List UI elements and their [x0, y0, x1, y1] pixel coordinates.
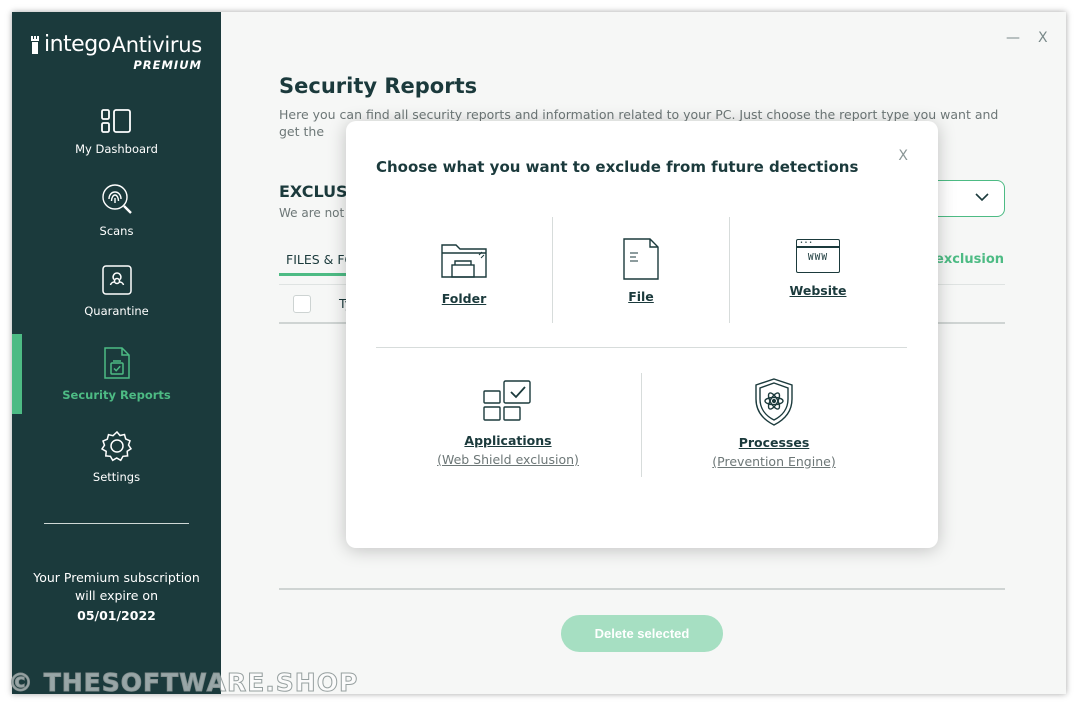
option-label: Website — [789, 283, 847, 298]
fingerprint-scan-icon — [101, 184, 132, 214]
sidebar: intego Antivirus PREMIUM My Dashboard Sc… — [12, 12, 221, 694]
delete-selected-button[interactable]: Delete selected — [561, 615, 723, 652]
option-website[interactable]: • • • WWW Website — [778, 239, 858, 298]
www-icon: • • • WWW — [796, 239, 840, 273]
modal-title: Choose what you want to exclude from fut… — [376, 158, 859, 176]
sidebar-item-label: Quarantine — [84, 304, 149, 318]
folder-icon — [441, 244, 487, 278]
shield-atom-icon — [755, 378, 793, 426]
option-label: File — [628, 289, 654, 304]
modal-close-button[interactable]: X — [898, 148, 908, 164]
sidebar-item-scans[interactable]: Scans — [12, 182, 221, 238]
option-file[interactable]: File — [604, 237, 678, 304]
www-text: WWW — [807, 252, 829, 263]
report-icon — [103, 347, 130, 379]
close-window-button[interactable]: X — [1038, 30, 1048, 46]
option-processes[interactable]: Processes (Prevention Engine) — [694, 377, 854, 469]
subscription-date: 05/01/2022 — [77, 608, 156, 623]
chevron-down-icon — [975, 193, 989, 202]
option-folder[interactable]: Folder — [426, 241, 502, 306]
sidebar-item-security-reports[interactable]: Security Reports — [12, 346, 221, 402]
subscription-note: Your Premium subscription will expire on… — [12, 569, 221, 625]
sidebar-item-label: Settings — [92, 470, 141, 484]
app-logo: intego Antivirus PREMIUM — [30, 34, 210, 72]
brand-name: intego — [44, 32, 111, 57]
sidebar-item-label: Scans — [99, 224, 134, 238]
table-bottom-divider — [279, 588, 1005, 590]
option-sublabel: (Prevention Engine) — [712, 454, 836, 469]
dashboard-icon — [100, 109, 131, 133]
sidebar-item-settings[interactable]: Settings — [12, 430, 221, 484]
biohazard-icon — [101, 265, 132, 295]
sidebar-item-quarantine[interactable]: Quarantine — [12, 264, 221, 318]
divider — [729, 217, 730, 323]
exclusion-modal: Choose what you want to exclude from fut… — [346, 121, 938, 548]
add-exclusion-link[interactable]: exclusion — [935, 252, 1004, 267]
edition-label: PREMIUM — [133, 58, 202, 72]
section-description: We are not — [279, 206, 345, 220]
sidebar-divider — [44, 523, 189, 524]
page-title: Security Reports — [279, 74, 478, 98]
select-all-checkbox[interactable] — [293, 295, 311, 313]
sidebar-item-label: My Dashboard — [75, 142, 158, 156]
option-label: Folder — [441, 291, 487, 306]
applications-icon — [483, 380, 531, 421]
file-icon — [623, 238, 659, 280]
section-title: EXCLUS — [279, 182, 348, 201]
sidebar-item-my-dashboard[interactable]: My Dashboard — [12, 108, 221, 156]
option-applications[interactable]: Applications (Web Shield exclusion) — [428, 379, 588, 467]
app-window: intego Antivirus PREMIUM My Dashboard Sc… — [12, 12, 1066, 694]
gear-icon — [100, 430, 132, 462]
option-label: Applications — [464, 433, 552, 448]
intego-tower-icon — [31, 36, 39, 54]
subscription-text: Your Premium subscription will expire on — [33, 570, 200, 603]
watermark: © THESOFTWARE.SHOP — [7, 668, 359, 698]
option-label: Processes — [738, 435, 810, 450]
divider — [552, 217, 553, 323]
sidebar-item-label: Security Reports — [62, 388, 171, 402]
product-name: Antivirus — [111, 33, 203, 57]
option-sublabel: (Web Shield exclusion) — [437, 452, 579, 467]
divider — [376, 347, 907, 348]
divider — [641, 373, 642, 477]
minimize-button[interactable]: — — [1006, 30, 1020, 46]
